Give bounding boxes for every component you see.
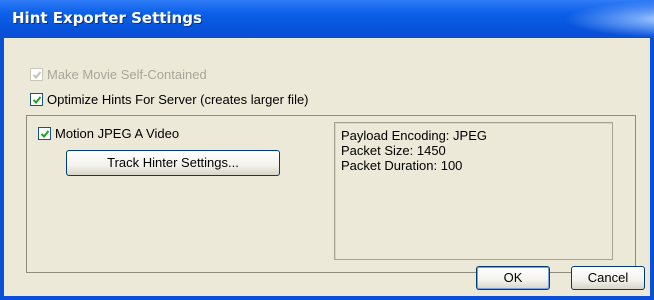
info-line: Packet Duration: 100: [341, 158, 463, 173]
optimize-hints-label: Optimize Hints For Server (creates large…: [47, 92, 309, 107]
self-contained-label: Make Movie Self-Contained: [47, 67, 207, 82]
track-label: Motion JPEG A Video: [55, 126, 180, 141]
checkmark-icon: [32, 70, 41, 79]
info-line: Payload Encoding: JPEG: [341, 128, 487, 143]
dialog-body: Make Movie Self-Contained Optimize Hints…: [4, 38, 650, 296]
cancel-button[interactable]: Cancel: [571, 266, 645, 290]
checkmark-icon: [32, 95, 41, 104]
info-line: Packet Size: 1450: [341, 143, 446, 158]
optimize-hints-checkbox[interactable]: [30, 93, 43, 106]
self-contained-option[interactable]: Make Movie Self-Contained: [30, 67, 207, 82]
dialog-window: Hint Exporter Settings Make Movie Self-C…: [0, 0, 654, 300]
ok-button[interactable]: OK: [476, 266, 550, 290]
title-bar[interactable]: Hint Exporter Settings: [0, 0, 654, 38]
checkmark-icon: [40, 129, 49, 138]
track-info-panel: Payload Encoding: JPEG Packet Size: 1450…: [334, 122, 613, 260]
window-title: Hint Exporter Settings: [12, 9, 202, 27]
title-bar-glow: [564, 0, 654, 38]
track-checkbox[interactable]: [38, 127, 51, 140]
track-hinter-settings-button[interactable]: Track Hinter Settings...: [66, 150, 280, 176]
self-contained-checkbox[interactable]: [30, 68, 43, 81]
track-option[interactable]: Motion JPEG A Video: [38, 126, 179, 141]
optimize-hints-option[interactable]: Optimize Hints For Server (creates large…: [30, 92, 309, 107]
